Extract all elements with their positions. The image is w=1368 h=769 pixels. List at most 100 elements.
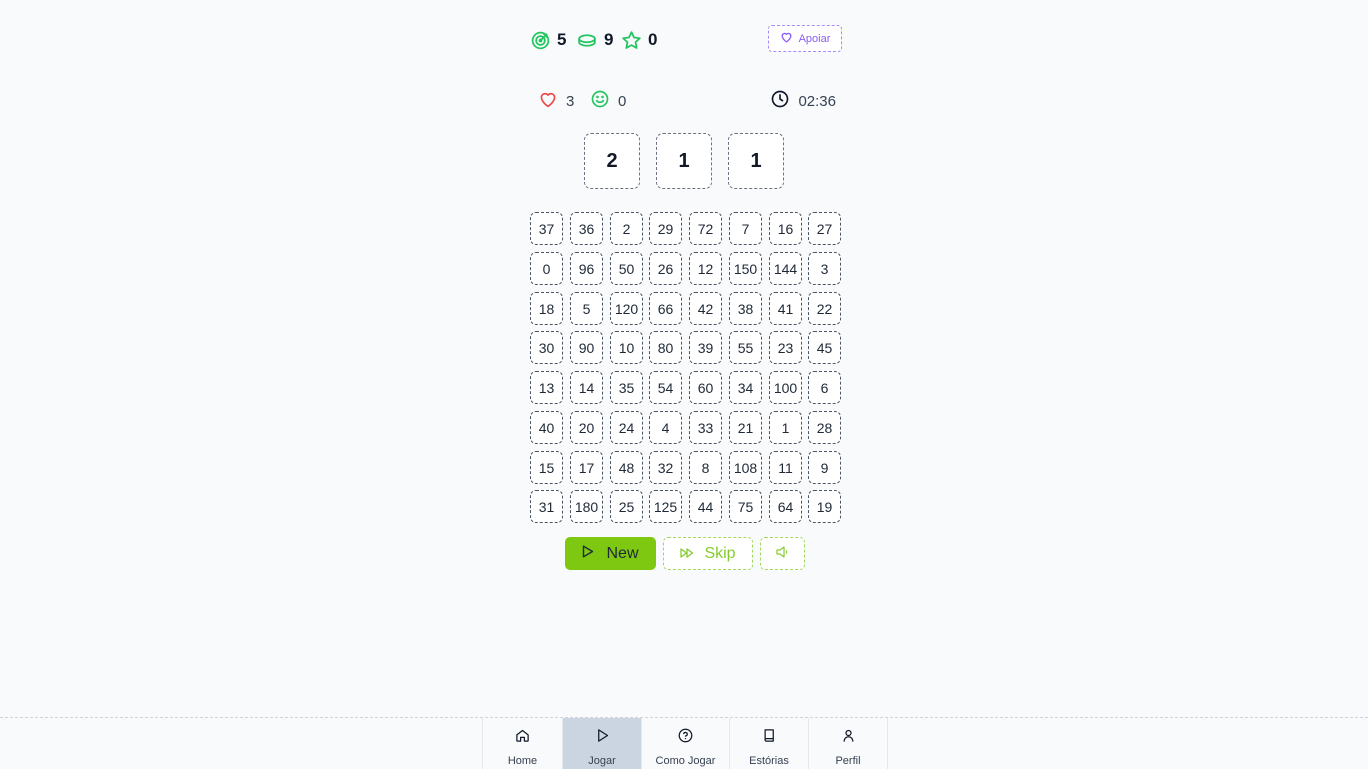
new-game-button[interactable]: New [565, 537, 656, 570]
grid-cell[interactable]: 11 [769, 451, 802, 484]
grid-cell[interactable]: 30 [530, 331, 563, 364]
nav-label-home: Home [507, 755, 538, 767]
grid-cell[interactable]: 108 [729, 451, 762, 484]
grid-cell[interactable]: 2 [610, 212, 643, 245]
support-button[interactable]: Apoiar [768, 25, 842, 52]
targets-stat: 5 [530, 26, 566, 54]
grid-cell[interactable]: 22 [808, 292, 841, 325]
nav-item-como-jogar[interactable]: Como Jogar [641, 718, 729, 769]
grid-cell[interactable]: 90 [570, 331, 603, 364]
smile-icon [590, 89, 610, 113]
user-icon [841, 728, 856, 746]
game-status-bar: 3 0 02:36 [538, 90, 836, 112]
book-icon [762, 728, 777, 746]
grid-cell[interactable]: 13 [530, 371, 563, 404]
grid-cell[interactable]: 9 [808, 451, 841, 484]
grid-cell[interactable]: 42 [689, 292, 722, 325]
target-number-3: 1 [728, 133, 784, 189]
clock-icon [770, 89, 790, 113]
heart-icon [780, 31, 793, 46]
coins-count: 9 [604, 30, 614, 49]
grid-cell[interactable]: 75 [729, 490, 762, 523]
grid-cell[interactable]: 100 [769, 371, 802, 404]
grid-cell[interactable]: 28 [808, 411, 841, 444]
grid-cell[interactable]: 96 [570, 252, 603, 285]
skip-button[interactable]: Skip [663, 537, 753, 570]
coins-stat: 9 [576, 26, 613, 54]
sound-button[interactable] [760, 537, 805, 570]
grid-cell[interactable]: 36 [570, 212, 603, 245]
grid-cell[interactable]: 0 [530, 252, 563, 285]
grid-cell[interactable]: 1 [769, 411, 802, 444]
grid-cell[interactable]: 25 [610, 490, 643, 523]
grid-cell[interactable]: 16 [769, 212, 802, 245]
grid-cell[interactable]: 180 [570, 490, 603, 523]
nav-label-como-jogar: Como Jogar [655, 755, 716, 767]
nav-item-perfil[interactable]: Perfil [808, 718, 888, 769]
grid-cell[interactable]: 64 [769, 490, 802, 523]
grid-cell[interactable]: 4 [649, 411, 682, 444]
grid-cell[interactable]: 80 [649, 331, 682, 364]
grid-cell[interactable]: 34 [729, 371, 762, 404]
stars-stat: 0 [621, 26, 657, 54]
grid-cell[interactable]: 20 [570, 411, 603, 444]
grid-cell[interactable]: 50 [610, 252, 643, 285]
grid-cell[interactable]: 14 [570, 371, 603, 404]
fast-forward-icon [680, 545, 694, 563]
grid-cell[interactable]: 5 [570, 292, 603, 325]
grid-cell[interactable]: 55 [729, 331, 762, 364]
play-icon [582, 545, 594, 563]
grid-cell[interactable]: 31 [530, 490, 563, 523]
grid-cell[interactable]: 6 [808, 371, 841, 404]
target-number-1: 2 [584, 133, 640, 189]
grid-cell[interactable]: 120 [610, 292, 643, 325]
grid-cell[interactable]: 150 [729, 252, 762, 285]
grid-cell[interactable]: 24 [610, 411, 643, 444]
nav-item-home[interactable]: Home [482, 718, 562, 769]
grid-cell[interactable]: 44 [689, 490, 722, 523]
grid-cell[interactable]: 45 [808, 331, 841, 364]
skip-label: Skip [704, 544, 736, 562]
grid-cell[interactable]: 125 [649, 490, 682, 523]
grid-cell[interactable]: 17 [570, 451, 603, 484]
grid-cell[interactable]: 10 [610, 331, 643, 364]
grid-cell[interactable]: 37 [530, 212, 563, 245]
grid-cell[interactable]: 41 [769, 292, 802, 325]
grid-cell[interactable]: 144 [769, 252, 802, 285]
nav-label-perfil: Perfil [835, 755, 861, 767]
target-number-2: 1 [656, 133, 712, 189]
new-label: New [606, 544, 639, 562]
grid-cell[interactable]: 39 [689, 331, 722, 364]
grid-cell[interactable]: 26 [649, 252, 682, 285]
grid-cell[interactable]: 48 [610, 451, 643, 484]
lives-count: 3 [566, 92, 575, 110]
grid-cell[interactable]: 35 [610, 371, 643, 404]
help-circle-icon [678, 728, 693, 746]
grid-cell[interactable]: 12 [689, 252, 722, 285]
grid-cell[interactable]: 15 [530, 451, 563, 484]
volume-icon [776, 545, 789, 563]
grid-cell[interactable]: 3 [808, 252, 841, 285]
grid-cell[interactable]: 60 [689, 371, 722, 404]
grid-cell[interactable]: 18 [530, 292, 563, 325]
coins-icon [576, 30, 598, 51]
grid-cell[interactable]: 66 [649, 292, 682, 325]
grid-cell[interactable]: 21 [729, 411, 762, 444]
heart-icon [538, 90, 558, 112]
grid-cell[interactable]: 33 [689, 411, 722, 444]
home-icon [515, 728, 530, 746]
grid-cell[interactable]: 40 [530, 411, 563, 444]
nav-label-jogar: Jogar [588, 755, 616, 767]
nav-item-jogar[interactable]: Jogar [562, 718, 641, 769]
grid-cell[interactable]: 29 [649, 212, 682, 245]
grid-cell[interactable]: 38 [729, 292, 762, 325]
grid-cell[interactable]: 7 [729, 212, 762, 245]
grid-cell[interactable]: 23 [769, 331, 802, 364]
grid-cell[interactable]: 54 [649, 371, 682, 404]
grid-cell[interactable]: 32 [649, 451, 682, 484]
grid-cell[interactable]: 19 [808, 490, 841, 523]
grid-cell[interactable]: 8 [689, 451, 722, 484]
nav-item-estorias[interactable]: Estórias [729, 718, 808, 769]
grid-cell[interactable]: 27 [808, 212, 841, 245]
grid-cell[interactable]: 72 [689, 212, 722, 245]
